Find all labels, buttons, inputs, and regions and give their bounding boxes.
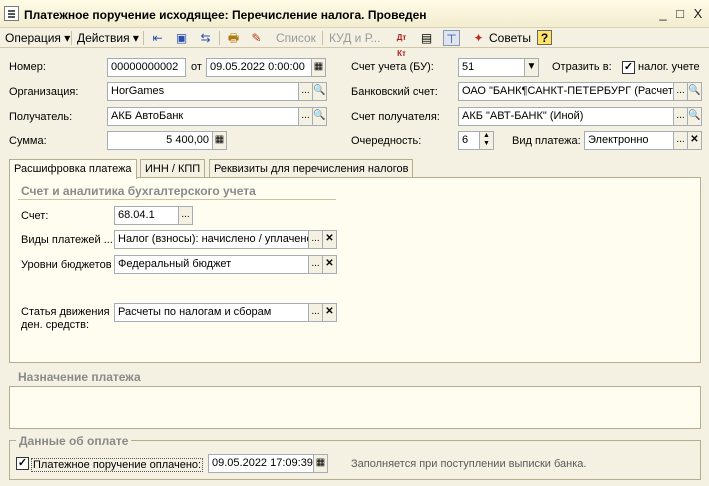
tab-inn-kpp[interactable]: ИНН / КПП xyxy=(140,159,206,178)
tab-panel xyxy=(9,177,701,363)
select-button[interactable]: ... xyxy=(308,255,323,274)
reflect-label: Отразить в: xyxy=(552,61,612,73)
priority-label: Очередность: xyxy=(351,135,422,147)
close-button[interactable]: X xyxy=(690,6,706,22)
recipient-account-field[interactable]: АКБ "АВТ-БАНК" (Иной) xyxy=(458,107,674,126)
clear-icon[interactable]: ✕ xyxy=(687,131,702,150)
toolbar-separator xyxy=(322,31,323,45)
clear-icon[interactable]: ✕ xyxy=(322,255,337,274)
bank-account-label: Банковский счет: xyxy=(351,86,438,98)
maximize-button[interactable]: □ xyxy=(672,6,688,22)
account-label: Счет: xyxy=(21,210,49,222)
kud-button[interactable]: КУД и Р... xyxy=(326,29,383,47)
list-button[interactable]: Список xyxy=(273,29,319,47)
select-button[interactable]: ... xyxy=(178,206,193,225)
tax-accounting-checkbox[interactable]: ✓ xyxy=(622,61,635,74)
divider xyxy=(18,199,336,200)
paid-checkbox[interactable]: ✓ xyxy=(16,457,29,470)
toolbar-separator xyxy=(143,31,144,45)
payment-type-label: Вид платежа: xyxy=(512,135,581,147)
payment-type-field[interactable]: Электронно xyxy=(584,131,674,150)
calendar-icon[interactable]: ▦ xyxy=(311,58,326,77)
window-title: Платежное поручение исходящее: Перечисле… xyxy=(24,8,427,22)
clear-icon[interactable]: ✎ xyxy=(248,30,265,46)
select-button[interactable]: ... xyxy=(298,82,313,101)
select-button[interactable]: ... xyxy=(673,131,688,150)
payment-kinds-label: Виды платежей ... xyxy=(21,234,113,246)
tab-payment-details[interactable]: Расшифровка платежа xyxy=(9,159,137,179)
cashflow-label-line2: ден. средств: xyxy=(21,319,90,331)
post-icon[interactable]: ⇤ xyxy=(149,30,166,46)
sum-label: Сумма: xyxy=(9,135,47,147)
account-bu-label: Счет учета (БУ): xyxy=(351,61,434,73)
priority-field[interactable]: 6 xyxy=(458,131,480,150)
date-field[interactable]: 09.05.2022 0:00:00 xyxy=(206,58,312,77)
purpose-section-title: Назначение платежа xyxy=(18,370,141,384)
select-button[interactable]: ... xyxy=(673,107,688,126)
recipient-field[interactable]: АКБ АвтоБанк xyxy=(107,107,299,126)
report-icon[interactable]: ▤ xyxy=(418,30,435,46)
recipient-account-label: Счет получателя: xyxy=(351,111,440,123)
payment-hint: Заполняется при поступлении выписки банк… xyxy=(351,458,587,470)
bank-account-field[interactable]: ОАО "БАНК¶САНКТ-ПЕТЕРБУРГ (Расчет xyxy=(458,82,674,101)
cashflow-label-line1: Статья движения xyxy=(21,306,110,318)
purpose-textarea[interactable] xyxy=(9,386,701,429)
priority-stepper[interactable]: ▲ ▼ xyxy=(479,131,494,150)
account-field[interactable]: 68.04.1 xyxy=(114,206,179,225)
recipient-label: Получатель: xyxy=(9,111,73,123)
budget-levels-field[interactable]: Федеральный бюджет xyxy=(114,255,309,274)
help-icon[interactable]: ? xyxy=(537,30,552,45)
toolbar-separator xyxy=(71,31,72,45)
budget-levels-label: Уровни бюджетов xyxy=(21,259,112,271)
advice-icon: ✦ xyxy=(473,31,484,45)
paid-date-field[interactable]: 09.05.2022 17:09:39 xyxy=(208,454,314,473)
select-button[interactable]: ... xyxy=(298,107,313,126)
paid-label[interactable]: Платежное поручение оплачено: xyxy=(31,458,204,472)
select-button[interactable]: ... xyxy=(308,230,323,249)
dt-kt-icon[interactable]: Дт Кт xyxy=(393,30,410,58)
from-label: от xyxy=(191,61,202,73)
operation-menu[interactable]: Операция ▾ xyxy=(2,29,73,47)
refresh-icon[interactable]: ⇆ xyxy=(197,30,214,46)
number-field[interactable]: 00000000002 xyxy=(107,58,186,77)
structure-icon[interactable]: ▣ xyxy=(173,30,190,46)
account-bu-field[interactable]: 51 xyxy=(458,58,525,77)
select-button[interactable]: ... xyxy=(673,82,688,101)
calendar-icon[interactable]: ▦ xyxy=(313,454,328,473)
open-icon[interactable]: 🔍 xyxy=(687,82,702,101)
calculator-icon[interactable]: ▦ xyxy=(212,131,227,150)
clear-icon[interactable]: ✕ xyxy=(322,230,337,249)
payment-kinds-field[interactable]: Налог (взносы): начислено / уплачено xyxy=(114,230,309,249)
tab-tax-requisites[interactable]: Реквизиты для перечисления налогов xyxy=(209,159,414,178)
toolbar-separator xyxy=(219,31,220,45)
minimize-button[interactable]: _ xyxy=(655,6,671,22)
open-icon[interactable]: 🔍 xyxy=(687,107,702,126)
open-icon[interactable]: 🔍 xyxy=(312,107,327,126)
accounting-section-title: Счет и аналитика бухгалтерского учета xyxy=(21,184,256,198)
organization-label: Организация: xyxy=(9,86,79,98)
actions-menu[interactable]: Действия ▾ xyxy=(74,29,142,47)
tree-icon[interactable]: ⊤ xyxy=(443,30,460,46)
tax-accounting-label: налог. учете xyxy=(638,61,700,73)
payment-section-title: Данные об оплате xyxy=(16,434,132,448)
advice-button[interactable]: Советы xyxy=(486,29,534,47)
open-icon[interactable]: 🔍 xyxy=(312,82,327,101)
cashflow-field[interactable]: Расчеты по налогам и сборам xyxy=(114,303,309,322)
number-label: Номер: xyxy=(9,61,46,73)
sum-field[interactable]: 5 400,00 xyxy=(107,131,213,150)
document-icon xyxy=(4,6,19,21)
chevron-down-icon[interactable]: ▼ xyxy=(524,58,539,77)
organization-field[interactable]: HorGames xyxy=(107,82,299,101)
print-icon[interactable]: 🖶 xyxy=(225,30,242,46)
select-button[interactable]: ... xyxy=(308,303,323,322)
clear-icon[interactable]: ✕ xyxy=(322,303,337,322)
